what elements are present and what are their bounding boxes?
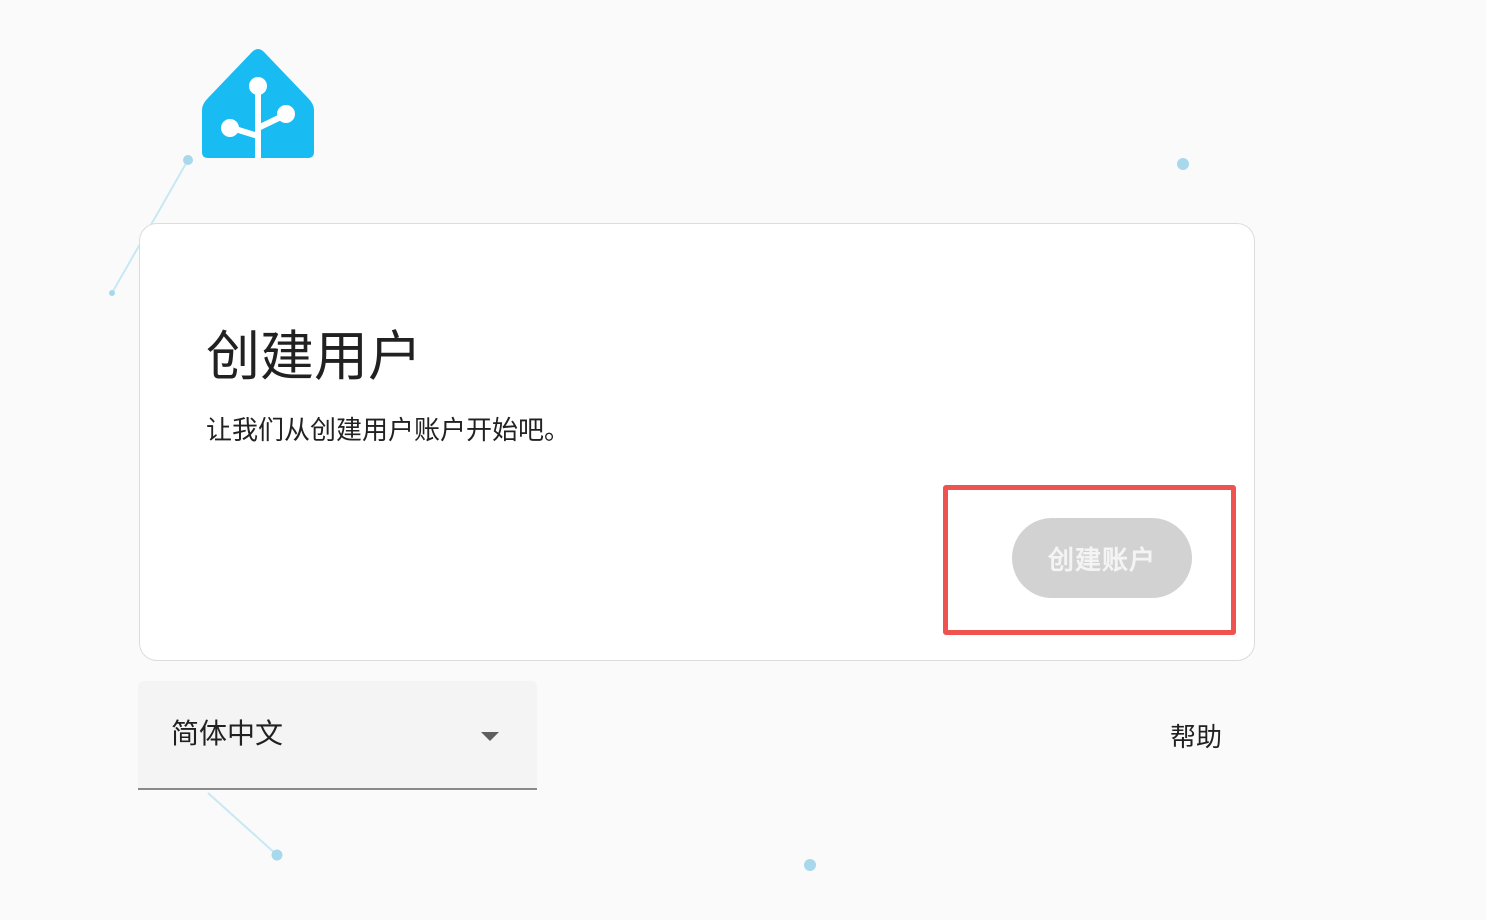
decor-dot (804, 859, 816, 871)
decor-dot (183, 155, 193, 165)
decor-dot (1177, 158, 1189, 170)
create-account-button[interactable]: 创建账户 (1012, 518, 1192, 598)
decor-dot (109, 290, 115, 296)
decor-dot (271, 849, 283, 861)
onboarding-card: 创建用户 让我们从创建用户账户开始吧。 创建账户 (139, 223, 1255, 661)
help-link[interactable]: 帮助 (1170, 720, 1222, 756)
language-select-value: 简体中文 (171, 717, 284, 750)
page-title: 创建用户 (206, 325, 422, 388)
dropdown-arrow-icon (481, 732, 499, 741)
page-subtitle: 让我们从创建用户账户开始吧。 (206, 416, 571, 446)
home-assistant-logo-icon (202, 49, 314, 158)
language-select[interactable]: 简体中文 (138, 681, 537, 790)
